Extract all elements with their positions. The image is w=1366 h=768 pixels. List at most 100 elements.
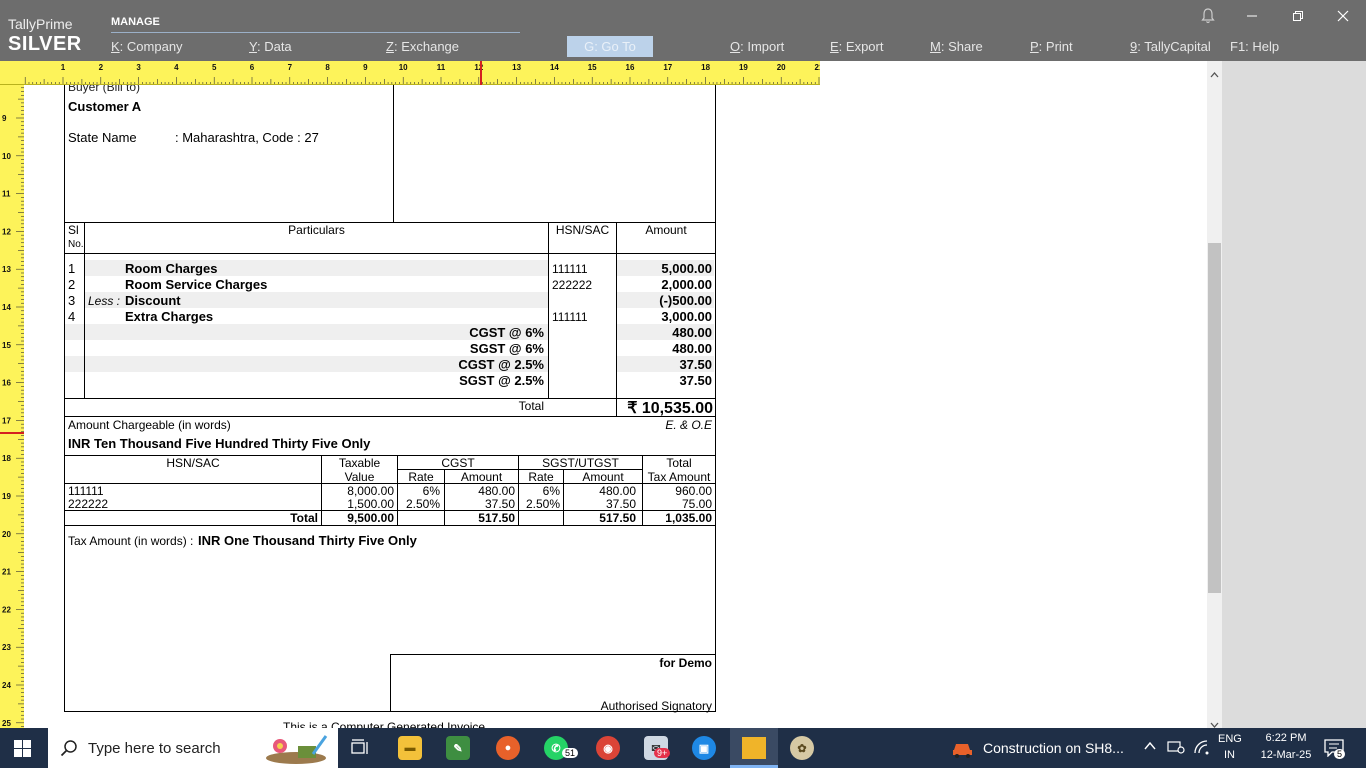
- tax-amount: 37.50: [679, 357, 712, 372]
- ruler-number: 18: [2, 454, 11, 463]
- tax-header-cgst-rate: Rate: [408, 470, 434, 484]
- vertical-scrollbar[interactable]: [1207, 61, 1222, 728]
- ruler-ticks: 123456789101112131415161718192021: [24, 63, 820, 84]
- tallyprime-taskbar-button[interactable]: [730, 728, 778, 768]
- invoice-page: Buyer (Bill to) Customer A State Name : …: [24, 85, 1207, 728]
- item-name: Extra Charges: [125, 309, 214, 324]
- ruler-number: 10: [399, 63, 408, 72]
- menu-share[interactable]: M: Share: [930, 39, 983, 54]
- notification-text[interactable]: Construction on SH8...: [983, 740, 1124, 756]
- item-prefix: Less :: [88, 294, 121, 308]
- spreadsheet-icon[interactable]: ✎: [446, 736, 470, 760]
- ruler-number: 20: [2, 530, 11, 539]
- search-placeholder: Type here to search: [88, 740, 221, 757]
- ruler-number: 17: [663, 63, 672, 72]
- ruler-number: 11: [2, 190, 11, 199]
- menu-help[interactable]: F1: Help: [1230, 39, 1279, 54]
- restore-icon[interactable]: [1287, 6, 1309, 26]
- menu-print[interactable]: P: Print: [1030, 39, 1073, 54]
- language-code[interactable]: ENG: [1218, 733, 1242, 745]
- item-sl: 1: [68, 261, 76, 276]
- scroll-up-icon[interactable]: [1210, 65, 1219, 83]
- ruler-number: 23: [2, 643, 11, 652]
- item-amount: (-)500.00: [659, 293, 712, 308]
- tax-row-total: 960.00: [675, 484, 712, 498]
- windows-taskbar: Type here to search ▬ ✎ ● ✆ 51 ◉ ✉ 9+ ▣ …: [0, 728, 1366, 768]
- ruler-number: 19: [739, 63, 748, 72]
- col-divider: [548, 222, 549, 398]
- tax-row-cgst-amount: 37.50: [484, 497, 515, 511]
- ruler-number: 15: [588, 63, 597, 72]
- menu-goto[interactable]: G: Go To: [567, 36, 653, 57]
- bell-icon[interactable]: [1197, 6, 1219, 26]
- paint-icon[interactable]: ✿: [790, 736, 814, 760]
- tax-header-cgst-amount: Amount: [460, 470, 503, 484]
- whatsapp-badge: 51: [562, 748, 579, 758]
- ruler-number: 3: [136, 63, 141, 72]
- tax-row-hsn: 222222: [68, 497, 109, 511]
- menu-export[interactable]: E: Export: [830, 39, 883, 54]
- tax-amount-in-words: INR One Thousand Thirty Five Only: [198, 533, 417, 548]
- buyer-divider: [393, 85, 394, 222]
- network-icon[interactable]: [1167, 739, 1185, 760]
- menu-exchange[interactable]: Z: Exchange: [386, 39, 459, 54]
- tax-words-label: Tax Amount (in words) :: [68, 534, 194, 548]
- ruler-cursor-marker: [480, 61, 482, 85]
- file-explorer-icon[interactable]: ▬: [398, 736, 422, 760]
- windows-start-icon[interactable]: [14, 740, 31, 762]
- tax-header-total-amount: Tax Amount: [647, 470, 711, 484]
- menu-data[interactable]: Y: Data: [249, 39, 292, 54]
- ruler-number: 22: [2, 605, 11, 614]
- minimize-icon[interactable]: [1241, 6, 1263, 26]
- tax-row-hsn: 111111: [68, 484, 104, 498]
- ruler-number: 13: [512, 63, 521, 72]
- wifi-icon[interactable]: [1193, 739, 1211, 760]
- ruler-number: 21: [815, 63, 820, 72]
- menu-company[interactable]: K: Company: [111, 39, 183, 54]
- tax-header-taxable: Taxable: [338, 456, 381, 470]
- state-value: : Maharashtra, Code : 27: [175, 130, 319, 145]
- tax-total-taxable: 9,500.00: [347, 511, 394, 525]
- firefox-icon[interactable]: ●: [496, 736, 520, 760]
- ruler-number: 2: [99, 63, 104, 72]
- manage-label: MANAGE: [111, 16, 160, 28]
- task-view-icon[interactable]: [350, 738, 370, 763]
- button-bar-panel: [1222, 61, 1366, 728]
- header-no: No.: [68, 239, 84, 250]
- buyer-name: Customer A: [68, 99, 142, 114]
- tax-name: SGST @ 2.5%: [459, 373, 544, 388]
- brand-name: TallyPrime: [8, 16, 73, 32]
- buyer-label: Buyer (Bill to): [68, 85, 141, 94]
- ruler-number: 13: [2, 265, 11, 274]
- close-icon[interactable]: [1332, 6, 1354, 26]
- ruler-number: 1: [61, 63, 66, 72]
- title-bar: TallyPrime SILVER MANAGE K: Company Y: D…: [0, 0, 1366, 61]
- item-sl: 3: [68, 293, 76, 308]
- tax-row-sgst-amount: 480.00: [599, 484, 636, 498]
- ruler-number: 10: [2, 152, 11, 161]
- authorised-signatory: Authorised Signatory: [600, 699, 712, 713]
- signature-left: [390, 654, 391, 712]
- tax-name: SGST @ 6%: [469, 341, 544, 356]
- ruler-ticks: 9 10 11 12 13 14 15 16 17 18 19 20 21 22 23 24 25: [2, 87, 24, 728]
- for-company: for Demo: [659, 656, 712, 670]
- item-name: Room Charges: [125, 261, 218, 276]
- clock-time[interactable]: 6:22 PM: [1254, 732, 1318, 744]
- chevron-up-icon[interactable]: [1143, 739, 1157, 758]
- vertical-ruler: 9 10 11 12 13 14 15 16 17 18 19 20 21 22 23 24 25: [0, 85, 24, 728]
- menu-tallycapital[interactable]: 9: TallyCapital: [1130, 39, 1211, 54]
- clock-date[interactable]: 12-Mar-25: [1250, 749, 1322, 761]
- taskbar-search[interactable]: Type here to search: [48, 728, 338, 768]
- scroll-thumb[interactable]: [1208, 243, 1221, 593]
- ruler-number: 17: [2, 416, 11, 425]
- ruler-number: 19: [2, 492, 11, 501]
- ruler-number: 20: [777, 63, 786, 72]
- remote-app-icon[interactable]: ▣: [692, 736, 716, 760]
- tax-row-total: 75.00: [681, 497, 712, 511]
- ruler-number: 8: [325, 63, 330, 72]
- ruler-number: 11: [437, 63, 446, 72]
- chrome-icon[interactable]: ◉: [596, 736, 620, 760]
- weather-alert-icon[interactable]: [951, 738, 975, 763]
- language-region[interactable]: IN: [1224, 749, 1235, 761]
- menu-import[interactable]: O: Import: [730, 39, 784, 54]
